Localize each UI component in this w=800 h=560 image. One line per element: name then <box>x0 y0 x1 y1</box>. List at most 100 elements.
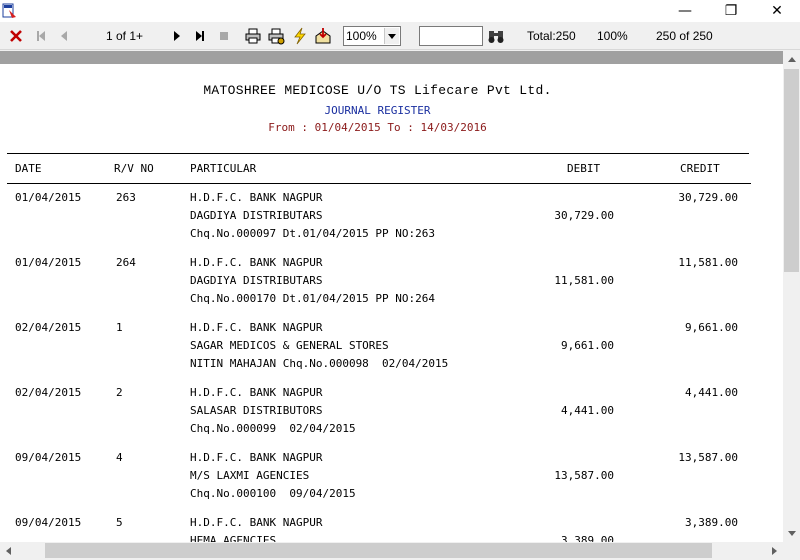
app-icon <box>2 3 18 19</box>
scroll-left-button[interactable] <box>0 542 17 559</box>
header-top-rule <box>7 153 749 154</box>
entry-debit: 11,581.00 <box>554 274 614 287</box>
last-page-button[interactable] <box>190 26 210 46</box>
vertical-scroll-thumb[interactable] <box>784 69 799 272</box>
first-page-icon <box>37 31 45 41</box>
previous-page-icon <box>61 31 67 41</box>
entry-credit: 13,587.00 <box>678 451 738 464</box>
report-viewer-window: — ❐ ✕ 1 of 1+ 100% Total:250 100% 250 of… <box>0 0 800 560</box>
scroll-down-button[interactable] <box>783 525 800 542</box>
last-page-icon <box>196 31 204 41</box>
stop-icon <box>220 32 228 40</box>
close-icon <box>10 30 22 42</box>
export-icon <box>315 28 331 44</box>
entry-date: 02/04/2015 <box>15 321 82 334</box>
chevron-left-icon <box>6 546 11 555</box>
first-page-button[interactable] <box>31 26 51 46</box>
entry-narration: Chq.No.000099 02/04/2015 <box>190 422 356 435</box>
column-header-rv-no: R/V NO <box>114 162 154 175</box>
print-setup-icon <box>268 28 285 45</box>
refresh-button[interactable] <box>290 26 310 46</box>
entry-rv-no: 263 <box>116 191 136 204</box>
scroll-up-button[interactable] <box>783 51 800 68</box>
report-title: JOURNAL REGISTER <box>324 104 431 117</box>
entry-party: DAGDIYA DISTRIBUTARS <box>190 209 323 222</box>
minimize-button[interactable]: — <box>662 0 708 22</box>
lightning-icon <box>294 27 306 45</box>
entry-debit: 4,441.00 <box>561 404 614 417</box>
maximize-button[interactable]: ❐ <box>708 0 754 22</box>
progress-percent-label: 100% <box>597 29 628 43</box>
entry-date: 01/04/2015 <box>15 256 82 269</box>
entry-date: 01/04/2015 <box>15 191 82 204</box>
search-input[interactable] <box>419 26 483 46</box>
records-read-label: 250 of 250 <box>656 29 713 43</box>
report-header-band <box>0 51 783 64</box>
horizontal-scroll-thumb[interactable] <box>45 543 712 558</box>
zoom-select[interactable]: 100% <box>343 26 401 46</box>
header-bottom-rule <box>7 183 751 184</box>
scroll-right-button[interactable] <box>766 542 783 559</box>
entry-narration: Chq.No.000170 Dt.01/04/2015 PP NO:264 <box>190 292 436 305</box>
report-page: MATOSHREE MEDICOSE U/O TS Lifecare Pvt L… <box>0 64 783 542</box>
column-header-date: DATE <box>15 162 42 175</box>
print-button[interactable] <box>243 26 263 46</box>
entry-narration: Chq.No.000097 Dt.01/04/2015 PP NO:263 <box>190 227 436 240</box>
binoculars-icon <box>488 31 504 43</box>
entry-date: 09/04/2015 <box>15 516 82 529</box>
entry-bank: H.D.F.C. BANK NAGPUR <box>190 516 323 529</box>
entry-debit: 13,587.00 <box>554 469 614 482</box>
entry-credit: 3,389.00 <box>685 516 738 529</box>
entry-bank: H.D.F.C. BANK NAGPUR <box>190 256 323 269</box>
entry-credit: 4,441.00 <box>685 386 738 399</box>
entry-rv-no: 1 <box>116 321 123 334</box>
horizontal-scrollbar[interactable] <box>0 542 783 559</box>
entry-narration: NITIN MAHAJAN Chq.No.000098 02/04/2015 <box>190 357 449 370</box>
page-indicator: 1 of 1+ <box>106 29 144 43</box>
date-range: From : 01/04/2015 To : 14/03/2016 <box>268 121 487 134</box>
entry-rv-no: 2 <box>116 386 123 399</box>
entry-bank: H.D.F.C. BANK NAGPUR <box>190 386 323 399</box>
entry-debit: 3,389.00 <box>561 534 614 542</box>
close-report-button[interactable] <box>6 26 26 46</box>
zoom-value: 100% <box>346 29 377 43</box>
entry-party: HEMA AGENCIES <box>190 534 277 542</box>
chevron-up-icon <box>787 57 796 62</box>
column-header-particular: PARTICULAR <box>190 162 257 175</box>
vertical-scrollbar[interactable] <box>783 51 800 542</box>
entry-credit: 9,661.00 <box>685 321 738 334</box>
entry-party: SALASAR DISTRIBUTORS <box>190 404 323 417</box>
entry-date: 09/04/2015 <box>15 451 82 464</box>
printer-icon <box>245 28 261 44</box>
entry-credit: 11,581.00 <box>678 256 738 269</box>
toolbar: 1 of 1+ 100% Total:250 100% 250 of 250 <box>0 22 800 50</box>
entry-bank: H.D.F.C. BANK NAGPUR <box>190 451 323 464</box>
column-header-debit: DEBIT <box>567 162 601 175</box>
entry-rv-no: 5 <box>116 516 123 529</box>
entry-date: 02/04/2015 <box>15 386 82 399</box>
company-name: MATOSHREE MEDICOSE U/O TS Lifecare Pvt L… <box>203 83 552 98</box>
print-setup-button[interactable] <box>266 26 286 46</box>
entry-narration: Chq.No.000100 09/04/2015 <box>190 487 356 500</box>
scrollbar-corner <box>783 542 800 560</box>
entry-debit: 9,661.00 <box>561 339 614 352</box>
total-records-label: Total:250 <box>527 29 576 43</box>
stop-button[interactable] <box>214 26 234 46</box>
search-button[interactable] <box>486 26 506 46</box>
previous-page-button[interactable] <box>54 26 74 46</box>
entry-rv-no: 264 <box>116 256 136 269</box>
entry-rv-no: 4 <box>116 451 123 464</box>
export-button[interactable] <box>313 26 333 46</box>
next-page-icon <box>174 31 180 41</box>
entry-credit: 30,729.00 <box>678 191 738 204</box>
next-page-button[interactable] <box>167 26 187 46</box>
entry-bank: H.D.F.C. BANK NAGPUR <box>190 191 323 204</box>
chevron-right-icon <box>772 546 777 555</box>
entry-debit: 30,729.00 <box>554 209 614 222</box>
chevron-down-icon <box>787 531 796 536</box>
close-window-button[interactable]: ✕ <box>754 0 800 22</box>
chevron-down-icon <box>384 28 399 44</box>
entry-party: M/S LAXMI AGENCIES <box>190 469 310 482</box>
title-bar: — ❐ ✕ <box>0 0 800 22</box>
entry-party: DAGDIYA DISTRIBUTARS <box>190 274 323 287</box>
